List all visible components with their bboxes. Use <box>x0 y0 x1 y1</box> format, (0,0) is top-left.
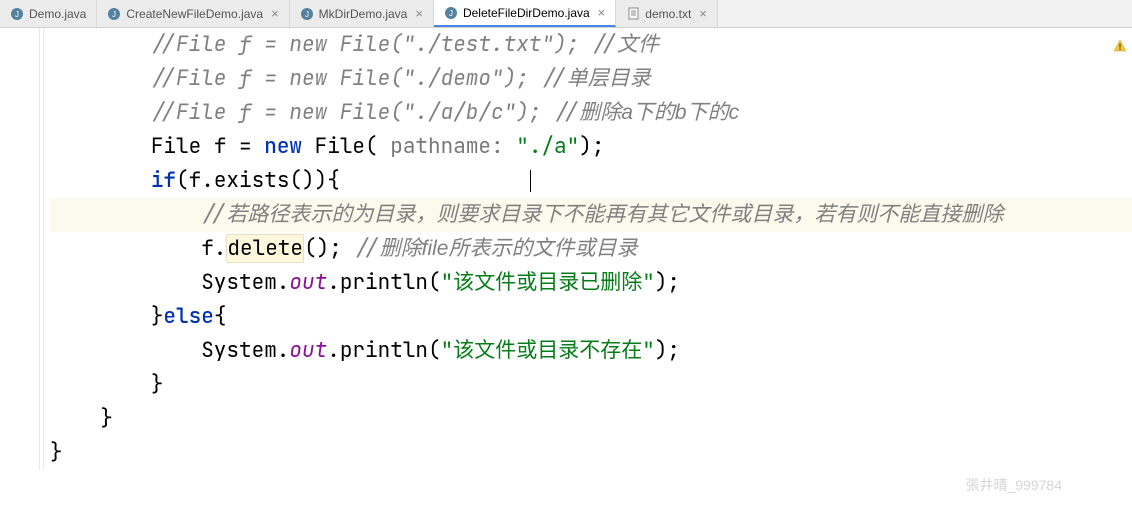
comment-text: 删除file <box>380 237 449 260</box>
tab-createnewfile[interactable]: J CreateNewFileDemo.java × <box>97 0 289 27</box>
code-text: ); <box>579 133 604 160</box>
comment-text: //File f = new File("./demo"); // <box>151 65 567 92</box>
java-file-icon: J <box>10 7 24 21</box>
field-ref: out <box>289 269 327 296</box>
code-line: //File f = new File("./demo"); //单层目录 <box>50 62 1132 96</box>
code-text: ); <box>655 337 680 364</box>
keyword: if <box>151 167 176 194</box>
comment-text: // <box>201 201 226 228</box>
code-text: System. <box>201 269 289 296</box>
comment-text: // <box>354 235 379 262</box>
text-caret <box>530 170 531 192</box>
code-editor[interactable]: //File f = new File("./test.txt"); //文件 … <box>0 28 1132 470</box>
watermark: 張井晴_999784 <box>965 475 1062 495</box>
brace: } <box>151 303 164 330</box>
svg-text:J: J <box>449 9 453 18</box>
code-line: } <box>50 402 1132 436</box>
close-icon[interactable]: × <box>271 6 279 21</box>
code-line: } <box>50 436 1132 470</box>
code-text: f. <box>201 235 226 262</box>
comment-text: //File f = new File("./test.txt"); // <box>151 31 617 58</box>
svg-text:J: J <box>15 10 19 19</box>
string-literal: "该文件或目录已删除" <box>441 269 655 296</box>
code-text: .println( <box>327 337 440 364</box>
type-name: File <box>151 133 201 160</box>
method-call: delete <box>226 234 304 263</box>
comment-text: 删除a下的b下的c <box>579 101 739 124</box>
code-text: File( <box>302 133 390 160</box>
close-icon[interactable]: × <box>415 6 423 21</box>
string-literal: "该文件或目录不存在" <box>441 337 655 364</box>
comment-text: //File f = new File("./a/b/c"); // <box>151 99 579 126</box>
code-line: //File f = new File("./test.txt"); //文件 <box>50 28 1132 62</box>
code-line: File f = new File( pathname: "./a"); <box>50 130 1132 164</box>
brace: { <box>214 303 227 330</box>
code-text: f = <box>201 133 264 160</box>
brace: } <box>50 439 63 466</box>
code-line: }else{ <box>50 300 1132 334</box>
tab-label: demo.txt <box>645 7 691 21</box>
java-file-icon: J <box>107 7 121 21</box>
warning-icon[interactable] <box>1113 38 1127 52</box>
java-file-icon: J <box>444 6 458 20</box>
brace: } <box>100 405 113 432</box>
code-line: f.delete(); //删除file所表示的文件或目录 <box>50 232 1132 266</box>
string-literal: "./a" <box>516 133 579 160</box>
editor-tabs: J Demo.java J CreateNewFileDemo.java × J… <box>0 0 1132 28</box>
brace: } <box>151 371 164 398</box>
svg-text:J: J <box>112 10 116 19</box>
close-icon[interactable]: × <box>699 6 707 21</box>
keyword: else <box>163 303 213 330</box>
code-line: //File f = new File("./a/b/c"); //删除a下的b… <box>50 96 1132 130</box>
comment-text: 若路径表示的为目录，则要求目录下不能再有其它文件或目录，若有则不能直接删除 <box>226 203 1003 226</box>
tab-demotxt[interactable]: demo.txt × <box>616 0 718 27</box>
fold-guide <box>43 28 44 470</box>
field-ref: out <box>289 337 327 364</box>
java-file-icon: J <box>300 7 314 21</box>
code-line: System.out.println("该文件或目录不存在"); <box>50 334 1132 368</box>
comment-text: 所表示的文件或目录 <box>448 237 637 260</box>
code-line: System.out.println("该文件或目录已删除"); <box>50 266 1132 300</box>
tab-label: DeleteFileDirDemo.java <box>463 6 590 20</box>
tab-label: MkDirDemo.java <box>319 7 408 21</box>
code-line: } <box>50 368 1132 402</box>
code-text: ); <box>655 269 680 296</box>
code-text: (); <box>304 235 354 262</box>
parameter-hint: pathname: <box>390 133 503 160</box>
tab-deletefiledir[interactable]: J DeleteFileDirDemo.java × <box>434 0 616 27</box>
code-line: //若路径表示的为目录，则要求目录下不能再有其它文件或目录，若有则不能直接删除 <box>50 198 1132 232</box>
code-text: .println( <box>327 269 440 296</box>
tab-demo[interactable]: J Demo.java <box>0 0 97 27</box>
tab-mkdir[interactable]: J MkDirDemo.java × <box>290 0 434 27</box>
svg-text:J: J <box>305 10 309 19</box>
code-text: System. <box>201 337 289 364</box>
code-text: (f.exists()){ <box>176 167 340 194</box>
comment-text: 单层目录 <box>567 67 651 90</box>
code-line: if(f.exists()){ <box>50 164 1132 198</box>
text-file-icon <box>626 7 640 21</box>
keyword: new <box>264 133 302 160</box>
tab-label: CreateNewFileDemo.java <box>126 7 263 21</box>
close-icon[interactable]: × <box>598 5 606 20</box>
tab-label: Demo.java <box>29 7 86 21</box>
comment-text: 文件 <box>617 33 659 56</box>
editor-gutter <box>0 28 40 470</box>
